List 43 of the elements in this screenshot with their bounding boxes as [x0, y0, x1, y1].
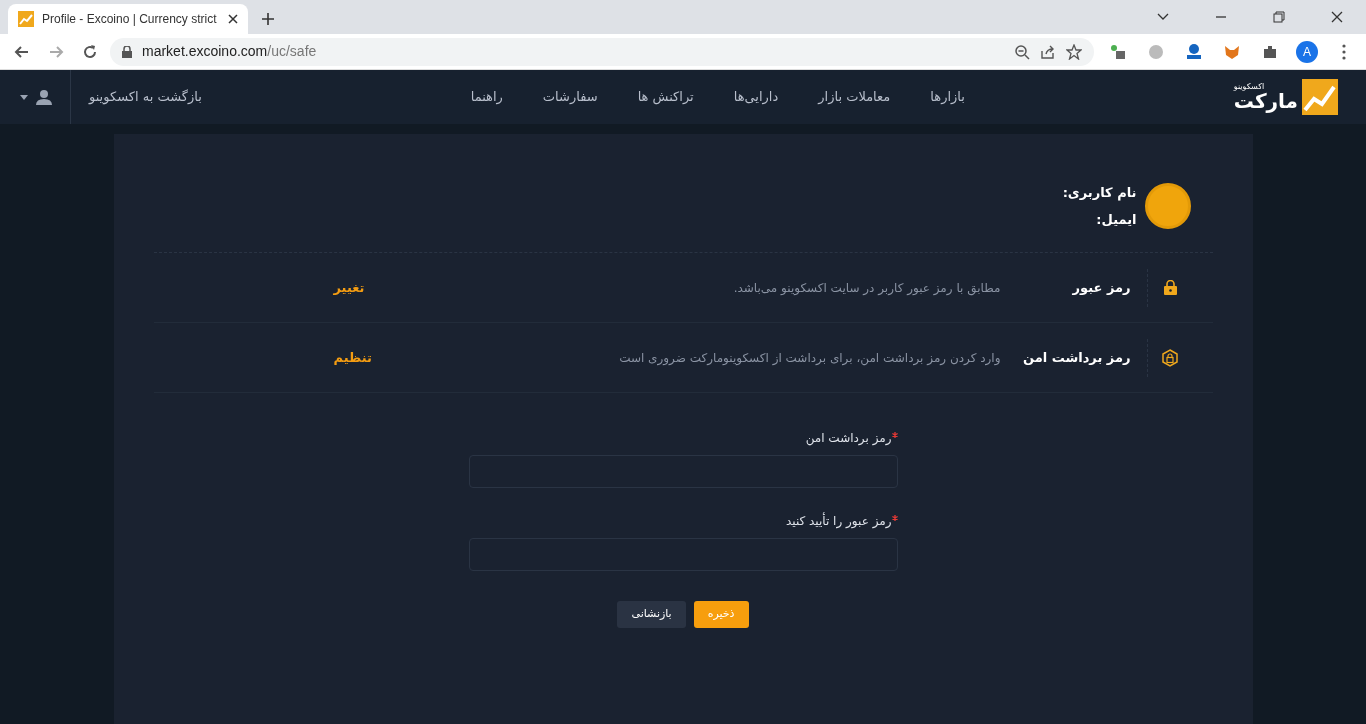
- field-label: رمز عبور را تأیید کنید: [468, 512, 898, 530]
- url-text: market.excoino.com/uc/safe: [142, 42, 317, 61]
- address-bar[interactable]: market.excoino.com/uc/safe: [110, 37, 1094, 66]
- lock-icon: [1163, 280, 1177, 295]
- star-icon[interactable]: [1066, 43, 1082, 60]
- setting-description: مطابق با رمز عبور کاربر در سایت اکسکوینو می‌باشد.: [732, 279, 1002, 297]
- nav-link[interactable]: بازارها: [930, 87, 965, 107]
- reset-button[interactable]: بازنشانی: [617, 601, 686, 628]
- close-icon[interactable]: [1331, 11, 1343, 23]
- extension-icon[interactable]: [1185, 42, 1203, 61]
- nav-link[interactable]: راهنما: [470, 87, 503, 107]
- padlock-badge-icon: [1161, 348, 1179, 367]
- nav-link[interactable]: دارایی‌ها: [733, 87, 779, 107]
- profile-label: نام کاربری:: [1062, 183, 1137, 202]
- nav-link[interactable]: تراکنش ها: [637, 87, 694, 107]
- user-menu[interactable]: [20, 70, 71, 124]
- extension-icon[interactable]: [1109, 42, 1127, 61]
- logo-text: مارکت: [1233, 91, 1298, 111]
- reload-icon[interactable]: [81, 42, 99, 61]
- close-icon[interactable]: [228, 14, 238, 24]
- menu-icon[interactable]: [1342, 43, 1346, 60]
- setting-link[interactable]: تغییر: [333, 277, 365, 298]
- logo-subtitle: اکسکوینو: [1233, 83, 1266, 91]
- setting-title: رمز عبور: [1071, 278, 1132, 297]
- setting-link[interactable]: تنظیم: [333, 347, 372, 368]
- avatar: [1144, 183, 1191, 229]
- zoom-out-icon[interactable]: [1014, 43, 1030, 60]
- profile-avatar[interactable]: A: [1296, 40, 1318, 63]
- profile-label: ایمیل:: [1095, 211, 1137, 229]
- nav-link[interactable]: سفارشات: [542, 87, 598, 107]
- tab-title: Profile - Excoino | Currency strict: [42, 11, 218, 28]
- back-link[interactable]: بازگشت به اکسکوینو: [71, 87, 202, 107]
- nav-link[interactable]: معاملات بازار: [818, 87, 891, 107]
- field-label: رمز برداشت امن: [468, 429, 898, 447]
- caret-icon: [20, 94, 28, 100]
- share-icon[interactable]: [1040, 43, 1056, 60]
- new-tab-icon[interactable]: [262, 13, 274, 25]
- restore-icon[interactable]: [1273, 11, 1285, 23]
- logo-icon: [18, 11, 34, 27]
- browser-tab[interactable]: Profile - Excoino | Currency strict: [8, 4, 248, 34]
- logo-icon: [1302, 79, 1338, 115]
- user-icon: [36, 89, 52, 105]
- lock-icon: [122, 45, 132, 58]
